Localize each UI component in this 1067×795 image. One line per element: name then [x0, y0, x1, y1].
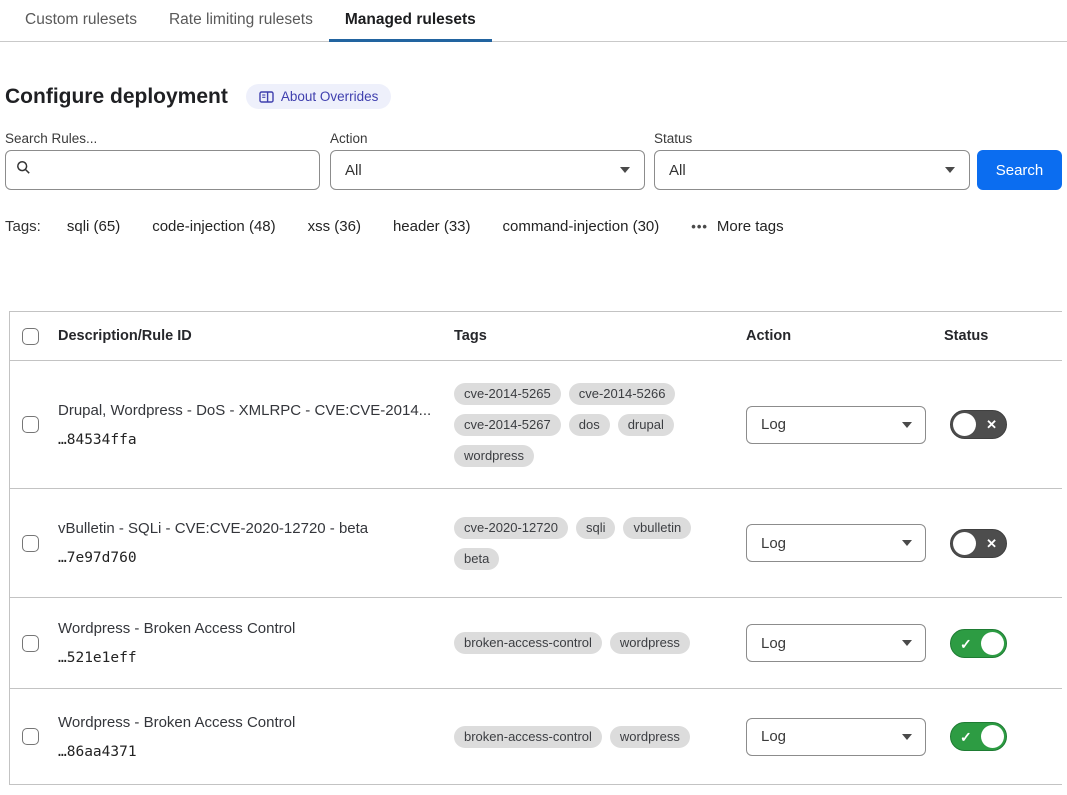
- more-tags-label: More tags: [717, 218, 784, 235]
- rule-action-value: Log: [761, 728, 786, 745]
- tag-filter-header[interactable]: header (33): [393, 218, 471, 235]
- chevron-down-icon: [945, 167, 955, 173]
- tag-pill: drupal: [618, 414, 674, 436]
- action-filter-select[interactable]: All: [330, 150, 645, 190]
- chevron-down-icon: [902, 640, 912, 646]
- tag-pill: broken-access-control: [454, 726, 602, 748]
- column-header-status: Status: [944, 328, 1062, 344]
- rule-status-toggle[interactable]: ✓ ✕: [950, 722, 1007, 751]
- rule-action-select[interactable]: Log: [746, 718, 926, 756]
- rule-action-select[interactable]: Log: [746, 524, 926, 562]
- rule-action-value: Log: [761, 635, 786, 652]
- chevron-down-icon: [902, 734, 912, 740]
- managed-rules-table: Description/Rule ID Tags Action Status D…: [9, 311, 1062, 785]
- about-overrides-label: About Overrides: [281, 89, 379, 104]
- row-checkbox[interactable]: [22, 535, 39, 552]
- rule-description: Drupal, Wordpress - DoS - XMLRPC - CVE:C…: [58, 402, 432, 419]
- row-checkbox[interactable]: [22, 728, 39, 745]
- select-all-checkbox[interactable]: [22, 328, 39, 345]
- rule-status-toggle[interactable]: ✓ ✕: [950, 529, 1007, 558]
- tag-pill: cve-2014-5267: [454, 414, 561, 436]
- x-icon: ✕: [986, 530, 997, 558]
- search-box[interactable]: [5, 150, 320, 190]
- heading-row: Configure deployment About Overrides: [5, 84, 1062, 109]
- action-filter-value: All: [345, 162, 362, 179]
- table-row: vBulletin - SQLi - CVE:CVE-2020-12720 - …: [10, 489, 1062, 598]
- tags-bar-label: Tags:: [5, 218, 41, 235]
- rule-action-value: Log: [761, 416, 786, 433]
- toggle-knob: [953, 532, 976, 555]
- tag-pill: vbulletin: [623, 517, 691, 539]
- more-tags-button[interactable]: ••• More tags: [691, 218, 783, 235]
- chevron-down-icon: [902, 422, 912, 428]
- page-title: Configure deployment: [5, 85, 228, 109]
- tag-pill: broken-access-control: [454, 632, 602, 654]
- filters-row: Search Rules... Action All Status: [5, 131, 1062, 190]
- table-header-row: Description/Rule ID Tags Action Status: [10, 312, 1062, 361]
- ruleset-tabbar: Custom rulesets Rate limiting rulesets M…: [0, 0, 1067, 42]
- rule-status-toggle[interactable]: ✓ ✕: [950, 629, 1007, 658]
- rule-tags: cve-2020-12720 sqli vbulletin beta: [454, 517, 746, 570]
- column-header-tags: Tags: [454, 328, 746, 344]
- chevron-down-icon: [902, 540, 912, 546]
- tag-filter-command-injection[interactable]: command-injection (30): [503, 218, 660, 235]
- rule-status-toggle[interactable]: ✓ ✕: [950, 410, 1007, 439]
- tag-filter-xss[interactable]: xss (36): [308, 218, 361, 235]
- tab-custom-rulesets[interactable]: Custom rulesets: [9, 0, 153, 42]
- rule-description: vBulletin - SQLi - CVE:CVE-2020-12720 - …: [58, 520, 432, 537]
- x-icon: ✕: [986, 411, 997, 439]
- search-rules-label: Search Rules...: [5, 131, 330, 146]
- check-icon: ✓: [960, 723, 972, 751]
- rule-tags: broken-access-control wordpress: [454, 726, 746, 748]
- table-row: Wordpress - Broken Access Control …521e1…: [10, 598, 1062, 689]
- tag-pill: cve-2014-5266: [569, 383, 676, 405]
- tag-pill: cve-2020-12720: [454, 517, 568, 539]
- rule-tags: cve-2014-5265 cve-2014-5266 cve-2014-526…: [454, 383, 746, 467]
- tag-pill: wordpress: [610, 632, 690, 654]
- rule-tags: broken-access-control wordpress: [454, 632, 746, 654]
- row-checkbox[interactable]: [22, 416, 39, 433]
- search-rules-input[interactable]: [39, 162, 309, 179]
- toggle-knob: [981, 725, 1004, 748]
- status-filter-select[interactable]: All: [654, 150, 970, 190]
- rule-id: …521e1eff: [58, 650, 432, 666]
- tag-filter-code-injection[interactable]: code-injection (48): [152, 218, 275, 235]
- tag-pill: wordpress: [610, 726, 690, 748]
- rule-description: Wordpress - Broken Access Control: [58, 620, 432, 637]
- action-filter-label: Action: [330, 131, 654, 146]
- tag-pill: dos: [569, 414, 610, 436]
- tag-pill: sqli: [576, 517, 616, 539]
- status-filter-value: All: [669, 162, 686, 179]
- chevron-down-icon: [620, 167, 630, 173]
- rule-id: …7e97d760: [58, 550, 432, 566]
- table-row: Drupal, Wordpress - DoS - XMLRPC - CVE:C…: [10, 361, 1062, 489]
- rule-id: …84534ffa: [58, 432, 432, 448]
- tag-filter-sqli[interactable]: sqli (65): [67, 218, 120, 235]
- table-row: Wordpress - Broken Access Control …86aa4…: [10, 689, 1062, 785]
- rule-action-value: Log: [761, 535, 786, 552]
- rule-description: Wordpress - Broken Access Control: [58, 714, 432, 731]
- rule-id: …86aa4371: [58, 744, 432, 760]
- book-icon: [259, 90, 274, 104]
- column-header-action: Action: [746, 328, 944, 344]
- search-icon: [16, 160, 31, 180]
- check-icon: ✓: [960, 630, 972, 658]
- tab-managed-rulesets[interactable]: Managed rulesets: [329, 0, 492, 42]
- ellipsis-icon: •••: [691, 219, 708, 234]
- tag-pill: beta: [454, 548, 499, 570]
- about-overrides-badge[interactable]: About Overrides: [246, 84, 392, 109]
- tag-pill: wordpress: [454, 445, 534, 467]
- rule-action-select[interactable]: Log: [746, 624, 926, 662]
- rule-action-select[interactable]: Log: [746, 406, 926, 444]
- search-button[interactable]: Search: [977, 150, 1062, 190]
- tags-bar: Tags: sqli (65) code-injection (48) xss …: [5, 218, 1062, 235]
- tag-pill: cve-2014-5265: [454, 383, 561, 405]
- toggle-knob: [953, 413, 976, 436]
- status-filter-label: Status: [654, 131, 977, 146]
- column-header-description: Description/Rule ID: [58, 328, 454, 344]
- toggle-knob: [981, 632, 1004, 655]
- row-checkbox[interactable]: [22, 635, 39, 652]
- tab-rate-limiting-rulesets[interactable]: Rate limiting rulesets: [153, 0, 329, 42]
